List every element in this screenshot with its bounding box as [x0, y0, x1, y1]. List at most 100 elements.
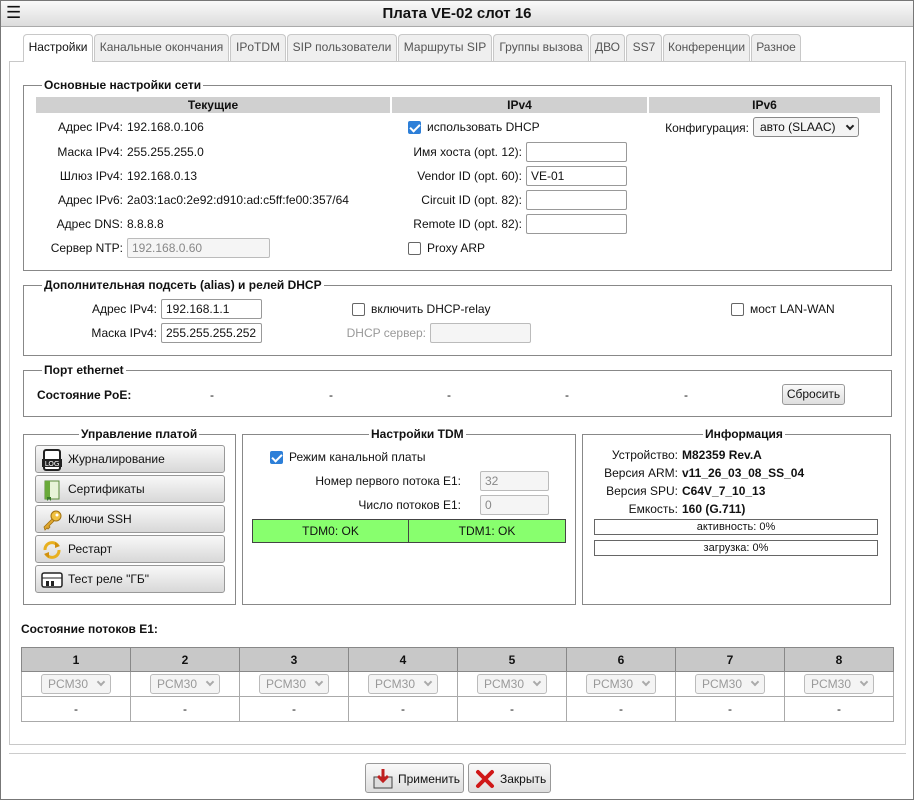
certificate-icon: [44, 480, 60, 501]
dhcp-server-input[interactable]: [430, 323, 531, 343]
logging-button[interactable]: LOG Журналирование: [35, 445, 225, 473]
alias-group: Дополнительная подсеть (alias) и релей D…: [23, 277, 892, 356]
vendor-id-label: Vendor ID (opt. 60):: [417, 169, 522, 183]
e1-count-input[interactable]: 0: [480, 495, 549, 515]
tab-call-groups[interactable]: Группы вызова: [493, 34, 589, 61]
arm-version-label: Версия ARM:: [604, 466, 678, 480]
alias-legend: Дополнительная подсеть (alias) и релей D…: [42, 277, 324, 293]
proxy-arp-checkbox[interactable]: [408, 242, 421, 255]
e1-state-3: -: [239, 696, 349, 722]
poe-value-5: -: [684, 388, 688, 402]
circuit-id-input[interactable]: [526, 190, 627, 210]
close-button[interactable]: Закрыть: [468, 763, 551, 793]
e1-col-5: 5: [457, 647, 567, 672]
tab-misc[interactable]: Разное: [751, 34, 801, 61]
alias-ipv4-input[interactable]: 192.168.1.1: [161, 299, 262, 319]
e1-mode-select-6[interactable]: PCM30: [586, 674, 656, 694]
activity-bar: активность: 0%: [594, 519, 878, 535]
current-mask-label: Маска IPv4:: [57, 145, 123, 159]
poe-value-1: -: [210, 388, 214, 402]
hamburger-icon[interactable]: ☰: [6, 3, 21, 23]
current-mask-value: 255.255.255.0: [127, 145, 204, 159]
capacity-label: Емкость:: [628, 502, 678, 516]
board-mode-checkbox[interactable]: [270, 451, 283, 464]
e1-mode-select-5[interactable]: PCM30: [477, 674, 547, 694]
tab-ss7[interactable]: SS7: [626, 34, 662, 61]
current-dns-value: 8.8.8.8: [127, 217, 164, 231]
e1-col-2: 2: [130, 647, 240, 672]
ethernet-group: Порт ethernet: [23, 362, 892, 417]
restart-icon: [43, 541, 61, 559]
dhcp-server-label: DHCP сервер:: [346, 326, 426, 340]
apply-button[interactable]: Применить: [365, 763, 464, 793]
restart-button[interactable]: Рестарт: [35, 535, 225, 563]
network-legend: Основные настройки сети: [42, 77, 204, 93]
tdm1-status: TDM1: OK: [408, 519, 566, 543]
board-legend: Управление платой: [79, 426, 200, 442]
e1-col-7: 7: [675, 647, 785, 672]
ntp-server-input[interactable]: 192.168.0.60: [127, 238, 270, 258]
load-bar: загрузка: 0%: [594, 540, 878, 556]
header-ipv6: IPv6: [649, 97, 880, 113]
ethernet-legend: Порт ethernet: [42, 362, 126, 378]
dhcp-checkbox[interactable]: [408, 121, 421, 134]
ssh-keys-button[interactable]: Ключи SSH: [35, 505, 225, 533]
poe-value-2: -: [329, 388, 333, 402]
ipv6-config-select[interactable]: авто (SLAAC): [753, 117, 859, 137]
dhcp-relay-checkbox[interactable]: [352, 303, 365, 316]
title-bar: ☰ Плата VE-02 слот 16: [1, 1, 913, 27]
e1-mode-select-2[interactable]: PCM30: [150, 674, 220, 694]
e1-col-6: 6: [566, 647, 676, 672]
log-icon: LOG: [42, 449, 62, 471]
current-dns-label: Адрес DNS:: [56, 217, 123, 231]
reset-poe-button[interactable]: Сбросить: [782, 384, 845, 405]
dhcp-relay-label: включить DHCP-relay: [371, 302, 491, 316]
certificates-button[interactable]: Сертификаты: [35, 475, 225, 503]
tab-sip-routes[interactable]: Маршруты SIP: [398, 34, 492, 61]
e1-mode-select-7[interactable]: PCM30: [695, 674, 765, 694]
current-ipv6-value: 2a03:1ac0:2e92:d910:ad:c5ff:fe00:357/64: [127, 193, 349, 207]
tab-dvo[interactable]: ДВО: [590, 34, 625, 61]
e1-col-1: 1: [21, 647, 131, 672]
first-e1-input[interactable]: 32: [480, 471, 549, 491]
e1-state-8: -: [784, 696, 894, 722]
vendor-id-input[interactable]: VE-01: [526, 166, 627, 186]
hostname-input[interactable]: [526, 142, 627, 162]
poe-value-3: -: [447, 388, 451, 402]
tab-conferences[interactable]: Конференции: [663, 34, 750, 61]
e1-mode-select-3[interactable]: PCM30: [259, 674, 329, 694]
e1-col-3: 3: [239, 647, 349, 672]
alias-ipv4-label: Адрес IPv4:: [91, 302, 157, 316]
device-label: Устройство:: [611, 448, 678, 462]
e1-mode-select-4[interactable]: PCM30: [368, 674, 438, 694]
device-value: M82359 Rev.A: [682, 448, 762, 462]
hostname-label: Имя хоста (opt. 12):: [413, 145, 522, 159]
tdm0-status: TDM0: OK: [252, 519, 409, 543]
e1-mode-select-1[interactable]: PCM30: [41, 674, 111, 694]
relay-test-button[interactable]: Тест реле "ГБ": [35, 565, 225, 593]
lan-wan-bridge-checkbox[interactable]: [731, 303, 744, 316]
e1-status-table: 1 2 3 4 5 6 7 8 PCM30 PCM30 PCM30 PCM30 …: [21, 647, 894, 722]
tab-settings[interactable]: Настройки: [23, 34, 93, 62]
proxy-arp-label: Proxy ARP: [427, 241, 486, 255]
relay-icon: [41, 572, 63, 588]
tab-channel-endpoints[interactable]: Канальные окончания: [94, 34, 229, 61]
remote-id-input[interactable]: [526, 214, 627, 234]
header-ipv4: IPv4: [392, 97, 647, 113]
apply-icon: [373, 769, 393, 789]
e1-state-6: -: [566, 696, 676, 722]
ntp-server-label: Сервер NTP:: [50, 241, 123, 255]
alias-mask-input[interactable]: 255.255.255.252: [161, 323, 262, 343]
chevron-down-icon: [845, 121, 855, 131]
lan-wan-bridge-label: мост LAN-WAN: [750, 302, 835, 316]
e1-mode-select-8[interactable]: PCM30: [804, 674, 874, 694]
svg-text:LOG: LOG: [45, 460, 60, 468]
e1-state-1: -: [21, 696, 131, 722]
e1-status-title: Состояние потоков E1:: [21, 622, 158, 636]
tab-sip-users[interactable]: SIP пользователи: [287, 34, 397, 61]
first-e1-label: Номер первого потока E1:: [315, 474, 461, 488]
alias-mask-label: Маска IPv4:: [91, 326, 157, 340]
close-icon: [476, 770, 494, 788]
tab-ipotdm[interactable]: IPoTDM: [230, 34, 286, 61]
spu-version-value: C64V_7_10_13: [682, 484, 766, 498]
